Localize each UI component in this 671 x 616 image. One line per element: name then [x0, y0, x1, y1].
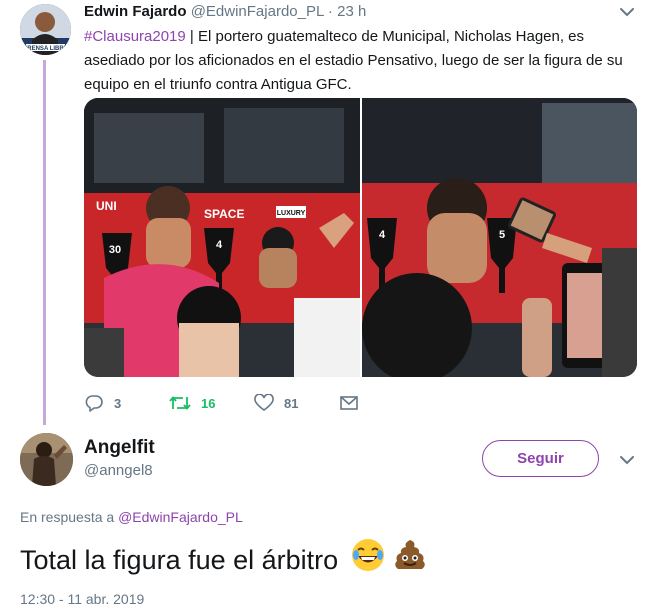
reply-author-avatar-image: [20, 433, 73, 486]
trophy-number: 5: [498, 229, 504, 241]
reply-author-name[interactable]: Angelfit: [84, 437, 155, 459]
reply-button[interactable]: 3: [84, 394, 169, 412]
tweet-header: Edwin Fajardo @EdwinFajardo_PL · 23 h: [84, 3, 366, 20]
reply-icon: [85, 395, 103, 412]
separator: ·: [323, 3, 338, 20]
retweet-icon: [169, 396, 191, 410]
trophy-number: 4: [216, 239, 223, 251]
follow-button[interactable]: Seguir: [482, 440, 599, 477]
poop-emoji-icon: [392, 537, 428, 583]
author-handle[interactable]: @EdwinFajardo_PL: [191, 3, 324, 20]
like-count: 81: [284, 395, 299, 411]
hashtag-link[interactable]: #Clausura2019: [84, 28, 186, 45]
reply-body: Total la figura fue el árbitro: [20, 545, 339, 575]
reply-text: Total la figura fue el árbitro 😂 💩: [20, 537, 428, 583]
message-icon: [340, 396, 358, 410]
direct-message-button[interactable]: [339, 394, 424, 412]
chevron-down-icon[interactable]: [618, 5, 636, 19]
reply-timestamp[interactable]: 12:30 - 11 abr. 2019: [20, 591, 144, 607]
trophy-number: 4: [378, 229, 385, 241]
thread-line: [43, 60, 46, 425]
tweet-media[interactable]: UNI SPACE LUXURY 30 4 4 5: [84, 98, 637, 377]
retweet-count: 16: [201, 395, 216, 411]
chevron-down-icon[interactable]: [618, 453, 636, 467]
reply-author-handle[interactable]: @anngel8: [84, 462, 153, 479]
retweet-button[interactable]: 16: [169, 394, 254, 412]
tweet-time[interactable]: 23 h: [337, 3, 366, 20]
bus-banner-text: UNI: [96, 199, 117, 213]
laughing-emoji-icon: [350, 537, 386, 583]
avatar[interactable]: PRENSA LIBRE: [20, 4, 71, 55]
reply-context: En respuesta a @EdwinFajardo_PL: [20, 509, 243, 525]
bus-banner-text: SPACE: [204, 207, 244, 221]
mention-link[interactable]: @EdwinFajardo_PL: [118, 509, 243, 525]
bus-banner-text: LUXURY: [277, 210, 306, 217]
avatar-caption: PRENSA LIBRE: [23, 46, 67, 52]
like-button[interactable]: 81: [254, 394, 339, 412]
tweet-actions: 3 16 81: [84, 390, 424, 416]
avatar[interactable]: [20, 433, 73, 486]
trophy-number: 30: [109, 244, 121, 256]
reply-prefix: En respuesta a: [20, 509, 119, 525]
tweet-text: #Clausura2019 | El portero guatemalteco …: [84, 25, 644, 97]
author-name[interactable]: Edwin Fajardo: [84, 3, 187, 20]
like-icon: [254, 394, 274, 411]
photo-right[interactable]: 4 5: [361, 98, 638, 377]
author-avatar-image: PRENSA LIBRE: [20, 4, 71, 55]
reply-count: 3: [114, 395, 122, 411]
photo-left[interactable]: UNI SPACE LUXURY 30 4: [84, 98, 360, 377]
